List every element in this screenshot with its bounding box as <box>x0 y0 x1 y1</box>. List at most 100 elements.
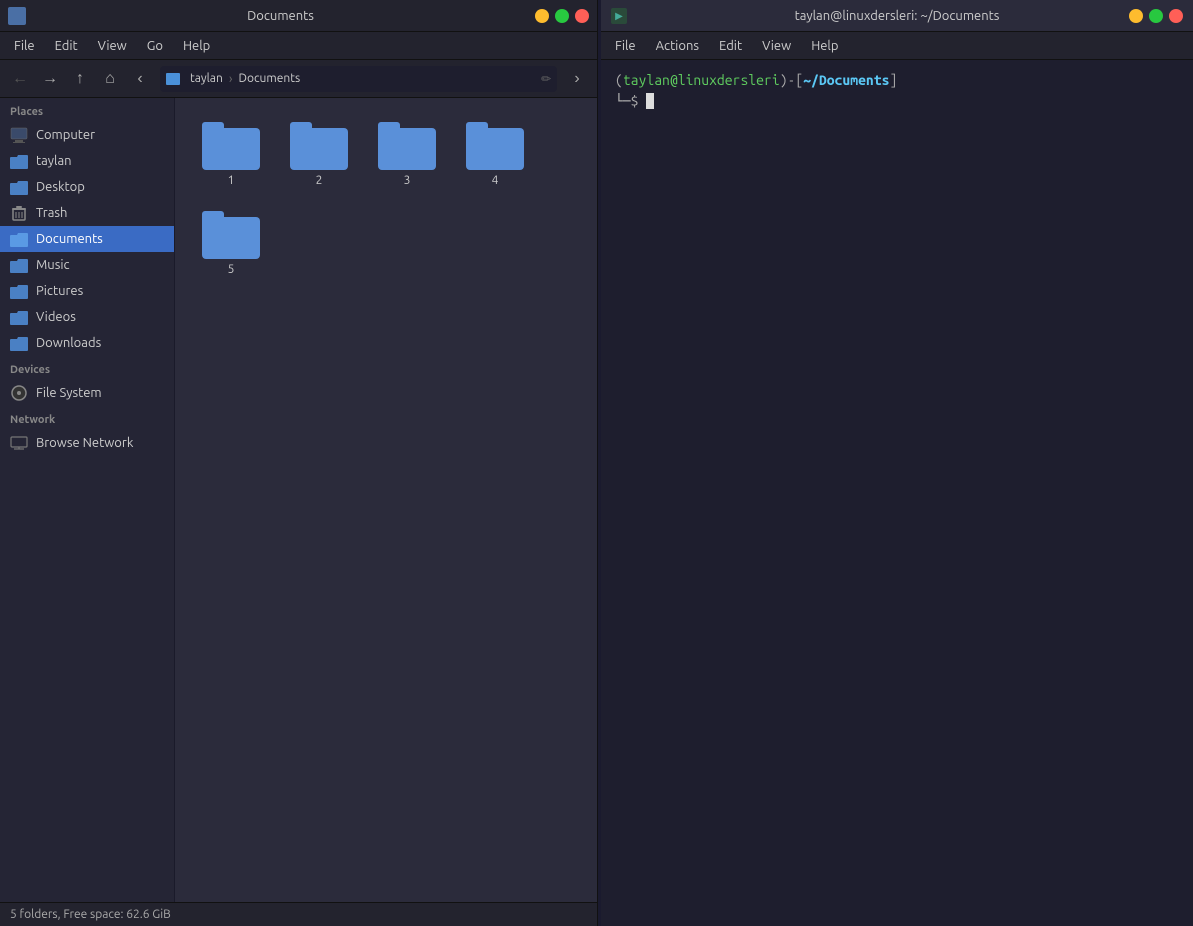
breadcrumb-current[interactable]: Documents <box>234 72 304 85</box>
downloads-folder-icon <box>10 335 28 351</box>
sidebar-item-computer[interactable]: Computer <box>0 122 174 148</box>
next-button[interactable]: › <box>563 65 591 93</box>
file-manager-titlebar: Documents <box>0 0 597 32</box>
minimize-button[interactable] <box>535 9 549 23</box>
breadcrumb-folder-icon <box>166 73 180 85</box>
term-close-paren: )-[ <box>780 72 804 88</box>
sidebar-filesystem-label: File System <box>36 386 102 400</box>
terminal-titlebar: ▶ taylan@linuxdersleri: ~/Documents <box>601 0 1193 32</box>
terminal-menu-edit[interactable]: Edit <box>711 36 750 56</box>
terminal-menu-view[interactable]: View <box>754 36 799 56</box>
breadcrumb-separator: › <box>229 72 233 86</box>
sidebar-item-documents[interactable]: Documents <box>0 226 174 252</box>
sidebar-videos-label: Videos <box>36 310 76 324</box>
folder-3-icon <box>378 122 436 170</box>
close-button[interactable] <box>575 9 589 23</box>
menu-edit[interactable]: Edit <box>47 36 86 56</box>
videos-folder-icon <box>10 309 28 325</box>
terminal-menu-actions[interactable]: Actions <box>648 36 707 56</box>
terminal-cursor <box>646 93 654 109</box>
menu-help[interactable]: Help <box>175 36 218 56</box>
term-open-paren: ( <box>615 72 623 88</box>
statusbar-text: 5 folders, Free space: 62.6 GiB <box>10 908 171 921</box>
folder-2-label: 2 <box>316 174 323 187</box>
menu-file[interactable]: File <box>6 36 43 56</box>
sidebar-item-videos[interactable]: Videos <box>0 304 174 330</box>
folder-4-icon <box>466 122 524 170</box>
places-section-label: Places <box>0 98 174 122</box>
term-username: taylan <box>623 72 670 88</box>
file-manager-window: Documents File Edit View Go Help ← → ↑ ⌂… <box>0 0 598 926</box>
sidebar-item-desktop[interactable]: Desktop <box>0 174 174 200</box>
breadcrumb-edit-button[interactable]: ✏ <box>541 72 551 86</box>
terminal-minimize-button[interactable] <box>1129 9 1143 23</box>
sidebar-computer-label: Computer <box>36 128 95 142</box>
home-button[interactable]: ⌂ <box>96 65 124 93</box>
sidebar-desktop-label: Desktop <box>36 180 85 194</box>
folder-1-icon <box>202 122 260 170</box>
file-manager-title: Documents <box>26 9 535 23</box>
network-section-label: Network <box>0 406 174 430</box>
filesystem-icon <box>10 385 28 401</box>
sidebar-item-downloads[interactable]: Downloads <box>0 330 174 356</box>
terminal-menu-help[interactable]: Help <box>803 36 846 56</box>
prev-button[interactable]: ‹ <box>126 65 154 93</box>
menu-view[interactable]: View <box>90 36 135 56</box>
terminal-app-icon: ▶ <box>611 8 627 24</box>
desktop-folder-icon <box>10 179 28 195</box>
forward-button[interactable]: → <box>36 65 64 93</box>
folder-3-label: 3 <box>404 174 411 187</box>
folder-1-label: 1 <box>228 174 235 187</box>
devices-section-label: Devices <box>0 356 174 380</box>
term-path-close: ] <box>889 72 897 88</box>
sidebar-item-taylan[interactable]: taylan <box>0 148 174 174</box>
terminal-title: taylan@linuxdersleri: ~/Documents <box>601 9 1193 23</box>
sidebar-documents-label: Documents <box>36 232 103 246</box>
back-button[interactable]: ← <box>6 65 34 93</box>
folder-2-icon <box>290 122 348 170</box>
folder-4-label: 4 <box>492 174 499 187</box>
sidebar-item-trash[interactable]: Trash <box>0 200 174 226</box>
computer-icon <box>10 127 28 143</box>
menu-go[interactable]: Go <box>139 36 171 56</box>
term-at-sign: @ <box>670 72 678 88</box>
file-area: 1 2 3 <box>175 98 597 902</box>
sidebar: Places Computer taylan <box>0 98 175 902</box>
terminal-maximize-button[interactable] <box>1149 9 1163 23</box>
terminal-menu-file[interactable]: File <box>607 36 644 56</box>
term-dollar-sign: └─$ <box>615 93 639 109</box>
terminal-close-button[interactable] <box>1169 9 1183 23</box>
term-hostname: linuxdersleri <box>678 72 780 88</box>
toolbar: ← → ↑ ⌂ ‹ taylan › Documents ✏ › <box>0 60 597 98</box>
terminal-prompt-line: (taylan@linuxdersleri)-[~/Documents] <box>615 70 1179 91</box>
breadcrumb-home[interactable]: taylan <box>186 72 227 85</box>
folder-5-icon <box>202 211 260 259</box>
sidebar-music-label: Music <box>36 258 70 272</box>
sidebar-item-pictures[interactable]: Pictures <box>0 278 174 304</box>
terminal-body[interactable]: (taylan@linuxdersleri)-[~/Documents] └─$ <box>601 60 1193 926</box>
term-path: ~/Documents <box>803 72 889 88</box>
statusbar: 5 folders, Free space: 62.6 GiB <box>0 902 597 926</box>
folder-4[interactable]: 4 <box>455 114 535 195</box>
maximize-button[interactable] <box>555 9 569 23</box>
sidebar-item-music[interactable]: Music <box>0 252 174 278</box>
documents-folder-icon <box>10 231 28 247</box>
folder-5[interactable]: 5 <box>191 203 271 284</box>
file-manager-app-icon <box>8 7 26 25</box>
folder-3[interactable]: 3 <box>367 114 447 195</box>
sidebar-item-browse-network[interactable]: Browse Network <box>0 430 174 456</box>
titlebar-controls <box>8 7 26 25</box>
sidebar-taylan-label: taylan <box>36 154 72 168</box>
folder-1[interactable]: 1 <box>191 114 271 195</box>
content-area: Places Computer taylan <box>0 98 597 902</box>
trash-icon <box>10 205 28 221</box>
sidebar-pictures-label: Pictures <box>36 284 83 298</box>
sidebar-item-filesystem[interactable]: File System <box>0 380 174 406</box>
terminal-window: ▶ taylan@linuxdersleri: ~/Documents File… <box>601 0 1193 926</box>
breadcrumb: taylan › Documents ✏ <box>160 66 557 92</box>
taylan-folder-icon <box>10 153 28 169</box>
terminal-window-buttons <box>1129 9 1183 23</box>
file-manager-menubar: File Edit View Go Help <box>0 32 597 60</box>
up-button[interactable]: ↑ <box>66 65 94 93</box>
folder-2[interactable]: 2 <box>279 114 359 195</box>
